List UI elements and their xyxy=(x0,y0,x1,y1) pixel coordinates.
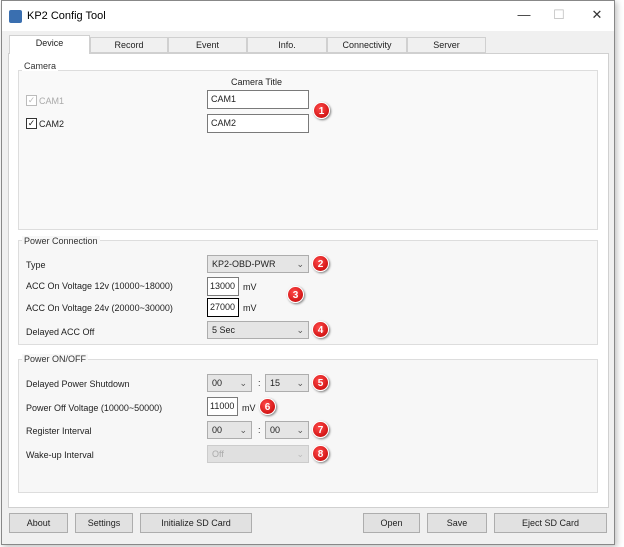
camera-group-label: Camera xyxy=(22,61,59,71)
chevron-down-icon: ⌄ xyxy=(296,325,304,335)
register-label: Register Interval xyxy=(26,426,92,436)
initialize-sd-button[interactable]: Initialize SD Card xyxy=(140,513,252,533)
tab-device[interactable]: Device xyxy=(9,35,90,54)
badge-7: 7 xyxy=(312,421,329,438)
chevron-down-icon: ⌄ xyxy=(239,378,247,388)
off-voltage-label: Power Off Voltage (10000~50000) xyxy=(26,403,163,413)
chevron-down-icon: ⌄ xyxy=(296,425,304,435)
delayed-acc-value: 5 Sec xyxy=(212,325,236,335)
save-button[interactable]: Save xyxy=(427,513,487,533)
close-button[interactable]: ✕ xyxy=(587,7,607,23)
chevron-down-icon: ⌄ xyxy=(296,449,304,459)
time-separator: : xyxy=(258,425,261,435)
tab-server[interactable]: Server xyxy=(407,37,486,53)
settings-button[interactable]: Settings xyxy=(75,513,133,533)
window-title: KP2 Config Tool xyxy=(27,10,106,22)
badge-6: 6 xyxy=(259,398,276,415)
type-label: Type xyxy=(26,260,46,270)
chevron-down-icon: ⌄ xyxy=(296,378,304,388)
shutdown-minute-value: 15 xyxy=(270,378,281,388)
badge-4: 4 xyxy=(312,321,329,338)
camera-title-header: Camera Title xyxy=(231,77,283,87)
about-button[interactable]: About xyxy=(9,513,68,533)
cam1-label: CAM1 xyxy=(39,96,65,106)
title-bar: KP2 Config Tool — ☐ ✕ xyxy=(2,1,614,31)
tab-info[interactable]: Info. xyxy=(247,37,327,53)
app-icon xyxy=(9,10,22,23)
shutdown-label: Delayed Power Shutdown xyxy=(26,379,130,389)
acc24-label: ACC On Voltage 24v (20000~30000) xyxy=(26,303,173,313)
register-hour-value: 00 xyxy=(212,425,223,435)
badge-8: 8 xyxy=(312,445,329,462)
badge-2: 2 xyxy=(312,255,329,272)
cam1-checkbox[interactable]: ✓ xyxy=(26,95,37,106)
maximize-button[interactable]: ☐ xyxy=(549,7,569,23)
badge-3: 3 xyxy=(287,286,304,303)
wakeup-select[interactable]: Off ⌄ xyxy=(207,445,309,463)
tab-record[interactable]: Record xyxy=(90,37,168,53)
cam2-checkbox[interactable]: ✓ xyxy=(26,118,37,129)
open-button[interactable]: Open xyxy=(363,513,420,533)
wakeup-value: Off xyxy=(212,449,224,459)
acc12-unit: mV xyxy=(243,282,257,292)
eject-sd-button[interactable]: Eject SD Card xyxy=(494,513,607,533)
type-value: KP2-OBD-PWR xyxy=(212,259,276,269)
minimize-button[interactable]: — xyxy=(514,7,534,22)
cam2-label: CAM2 xyxy=(39,119,65,129)
off-voltage-input[interactable]: 11000 xyxy=(207,397,238,416)
shutdown-minute-select[interactable]: 15 ⌄ xyxy=(265,374,309,392)
acc12-input[interactable]: 13000 xyxy=(207,277,239,296)
delayed-acc-label: Delayed ACC Off xyxy=(26,327,95,337)
shutdown-hour-select[interactable]: 00 ⌄ xyxy=(207,374,252,392)
cam2-title-input[interactable]: CAM2 xyxy=(207,114,309,133)
chevron-down-icon: ⌄ xyxy=(296,259,304,269)
wakeup-label: Wake-up Interval xyxy=(26,450,94,460)
acc12-label: ACC On Voltage 12v (10000~18000) xyxy=(26,281,173,291)
shutdown-hour-value: 00 xyxy=(212,378,223,388)
time-separator: : xyxy=(258,378,261,388)
register-minute-value: 00 xyxy=(270,425,281,435)
register-minute-select[interactable]: 00 ⌄ xyxy=(265,421,309,439)
cam1-title-input[interactable]: CAM1 xyxy=(207,90,309,109)
tab-event[interactable]: Event xyxy=(168,37,247,53)
type-select[interactable]: KP2-OBD-PWR ⌄ xyxy=(207,255,309,273)
badge-5: 5 xyxy=(312,374,329,391)
acc24-input[interactable]: 27000 xyxy=(207,298,239,317)
off-voltage-unit: mV xyxy=(242,403,256,413)
badge-1: 1 xyxy=(313,102,330,119)
register-hour-select[interactable]: 00 ⌄ xyxy=(207,421,252,439)
power-connection-label: Power Connection xyxy=(22,236,100,246)
tab-connectivity[interactable]: Connectivity xyxy=(327,37,407,53)
chevron-down-icon: ⌄ xyxy=(239,425,247,435)
acc24-unit: mV xyxy=(243,303,257,313)
power-onoff-label: Power ON/OFF xyxy=(22,354,89,364)
delayed-acc-select[interactable]: 5 Sec ⌄ xyxy=(207,321,309,339)
